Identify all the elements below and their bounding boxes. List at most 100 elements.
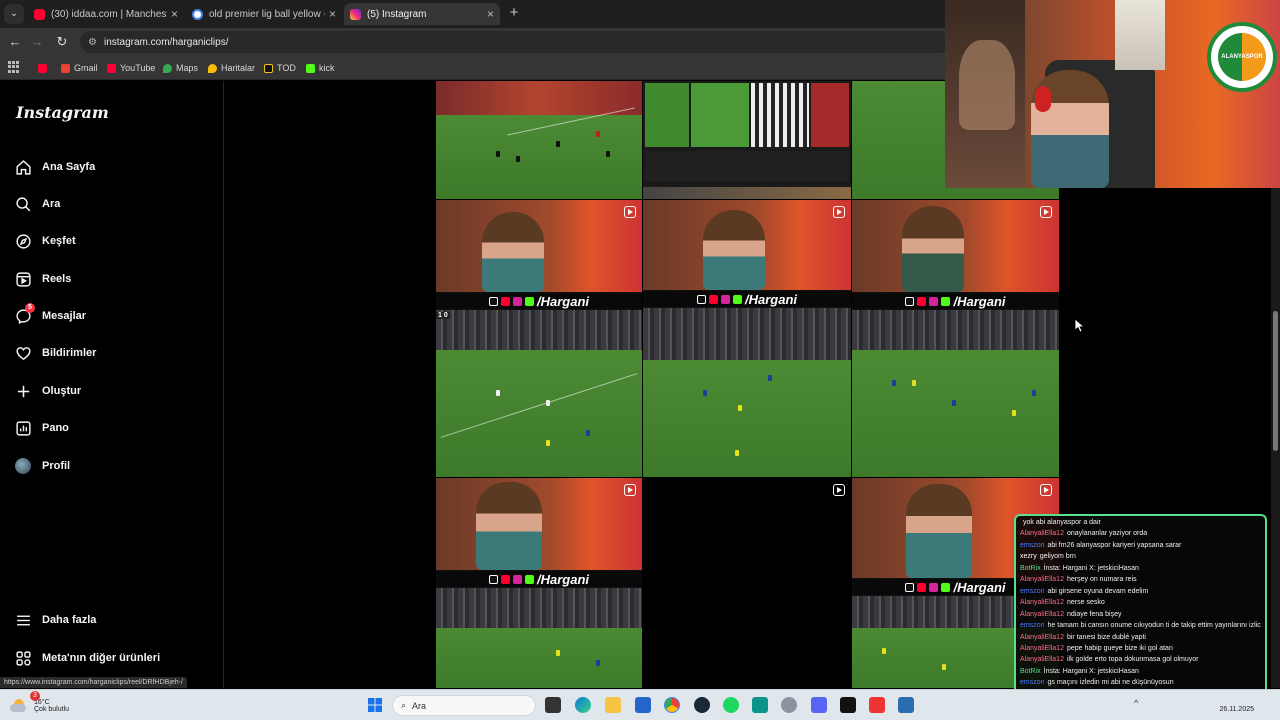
nav-notifications[interactable]: Bildirimler: [14, 341, 96, 365]
tab-instagram[interactable]: (5) Instagram ×: [344, 3, 500, 25]
reel-tile[interactable]: [643, 478, 851, 688]
apps-grid-icon[interactable]: [8, 61, 20, 73]
scoreboard: 1 0: [436, 312, 450, 319]
bookmark-haritalar[interactable]: Haritalar: [208, 61, 255, 75]
address-bar[interactable]: ⚙ instagram.com/harganiclips/: [80, 31, 950, 53]
streamer-figure: [703, 210, 765, 290]
bookmark-tod[interactable]: TOD: [264, 61, 296, 75]
app-icon[interactable]: [898, 697, 914, 713]
tray-chevron-icon[interactable]: ^: [1134, 698, 1138, 708]
player: [516, 156, 520, 162]
bookmark-gmail[interactable]: Gmail: [61, 61, 98, 75]
chat-message: BotRix İnsta: Hargani X: jetskiciHasan: [1020, 563, 1261, 574]
bookmark-label: Maps: [176, 63, 199, 73]
reload-icon[interactable]: ↻: [53, 33, 71, 51]
chat-message: emszon abi girsene oyuna devam edelim: [1020, 586, 1261, 597]
thumbnail: [691, 83, 749, 147]
player: [556, 650, 560, 656]
reel-icon: [1040, 206, 1052, 218]
chat-username: xezry: [1020, 553, 1037, 561]
windows-start-icon[interactable]: [367, 697, 383, 713]
app-icon[interactable]: [752, 697, 768, 713]
player: [586, 430, 590, 436]
spotify-icon[interactable]: [723, 697, 739, 713]
tab-google[interactable]: old premier lig ball yellow - Goo ×: [186, 3, 342, 25]
close-tab-icon[interactable]: ×: [171, 7, 178, 21]
jersey: [1115, 0, 1165, 70]
reel-tile[interactable]: [643, 81, 851, 199]
chat-text: yok abi alanyaspor a dair: [1023, 519, 1101, 526]
reel-tile[interactable]: /Hargani: [643, 200, 851, 477]
youtube-icon: [708, 294, 718, 304]
reel-tile[interactable]: /Hargani: [436, 478, 642, 688]
reel-handle: /Hargani: [744, 291, 797, 307]
store-icon[interactable]: [635, 697, 651, 713]
nav-dashboard[interactable]: Pano: [14, 416, 69, 440]
edge-browser-icon[interactable]: [575, 697, 591, 713]
tab-iddaa[interactable]: (30) iddaa.com | Manchester Un ×: [28, 3, 184, 25]
scrollbar-thumb[interactable]: [1273, 311, 1278, 451]
reel-tile[interactable]: [436, 81, 642, 199]
task-view-icon[interactable]: [545, 697, 561, 713]
nav-explore[interactable]: Keşfet: [14, 229, 76, 253]
instagram-logo[interactable]: Instagram: [16, 103, 109, 122]
bookmark-label: Haritalar: [221, 63, 256, 73]
nav-label: Ana Sayfa: [42, 161, 96, 173]
chat-username: AlanyaliElla12: [1020, 610, 1064, 618]
steam-icon[interactable]: [694, 697, 710, 713]
nav-messages[interactable]: 5 Mesajlar: [14, 303, 86, 328]
taskbar-search-input[interactable]: ⌕ Ara: [392, 695, 536, 716]
bookmark-youtube-icon-only[interactable]: [38, 61, 51, 75]
nav-profile[interactable]: Profil: [14, 454, 70, 478]
tab-search-button[interactable]: ⌄: [4, 4, 24, 24]
tod-icon: [264, 63, 273, 73]
nav-meta-apps[interactable]: Meta'nın diğer ürünleri: [14, 646, 160, 670]
kick-icon: [524, 296, 534, 306]
chat-message: AlanyaliElla12 herşey on numara reis: [1020, 574, 1261, 585]
reels-icon: [14, 270, 32, 288]
clock[interactable]: 26.11.2025: [1214, 694, 1254, 713]
file-explorer-icon[interactable]: [605, 697, 621, 713]
reel-tile[interactable]: /Hargani: [852, 200, 1059, 477]
bookmark-label: TOD: [277, 63, 296, 73]
status-bar-url: https://www.instagram.com/harganiclips/r…: [0, 677, 187, 688]
nav-more[interactable]: Daha fazla: [14, 608, 96, 632]
nav-home[interactable]: Ana Sayfa: [14, 155, 95, 179]
discord-icon[interactable]: [811, 697, 827, 713]
back-arrow-icon[interactable]: ←: [6, 33, 24, 51]
settings-gear-icon[interactable]: [781, 697, 797, 713]
bookmark-maps[interactable]: Maps: [163, 61, 198, 75]
chat-text: he tamam bi cansın onume cıkıyodun ti de…: [1047, 622, 1261, 630]
chat-username: emszon: [1020, 541, 1045, 549]
nav-reels[interactable]: Reels: [14, 267, 71, 291]
kick-icon: [941, 296, 951, 306]
bookmark-label: YouTube: [120, 63, 156, 73]
nav-create[interactable]: Oluştur: [14, 379, 81, 403]
player: [912, 380, 916, 386]
bookmark-kick[interactable]: kick: [306, 61, 335, 75]
chat-message: yok abi alanyaspor a dair: [1020, 517, 1261, 528]
nav-label: Reels: [42, 273, 72, 285]
thumbnail: [811, 83, 849, 147]
bookmark-label: Gmail: [74, 63, 98, 73]
youtube-icon: [917, 296, 927, 306]
chat-text: abi fm26 alanyaspor kariyeri yapsana sar…: [1047, 541, 1182, 549]
nav-label: Keşfet: [42, 235, 76, 247]
forward-arrow-icon[interactable]: →: [28, 33, 46, 51]
chat-message: AlanyaliElla12 bir tanesi bize dublé yapt…: [1020, 632, 1261, 643]
weather-widget[interactable]: 3 16°C Çok bulutlu: [10, 691, 69, 718]
app-icon[interactable]: [840, 697, 856, 713]
instagram-icon: [512, 296, 522, 306]
reel-tile[interactable]: /Hargani 1 0: [436, 200, 642, 477]
chat-username: AlanyaliElla12: [1020, 644, 1064, 652]
bookmark-youtube[interactable]: YouTube: [107, 61, 155, 75]
app-icon[interactable]: [869, 697, 885, 713]
chrome-icon[interactable]: [664, 697, 680, 713]
nav-search[interactable]: Ara: [14, 192, 60, 216]
close-tab-icon[interactable]: ×: [329, 7, 336, 21]
site-info-icon[interactable]: ⚙: [88, 37, 97, 48]
close-tab-icon[interactable]: ×: [487, 7, 494, 21]
stream-chat-overlay: yok abi alanyaspor a dair AlanyaliElla12 o…: [1014, 514, 1267, 702]
thumbnail: [751, 83, 809, 147]
new-tab-button[interactable]: +: [505, 4, 523, 22]
